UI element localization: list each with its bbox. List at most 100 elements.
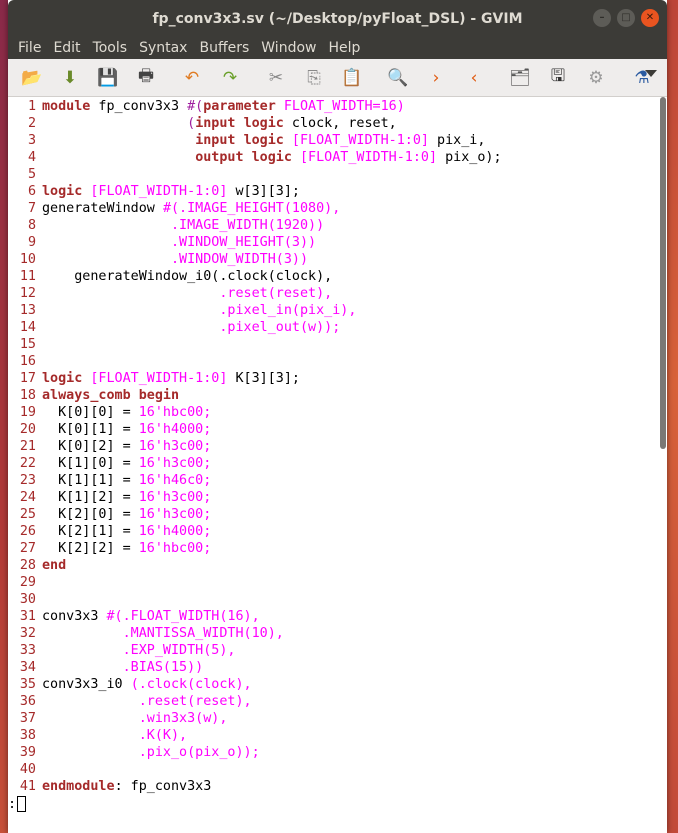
- code-token: generateWindow_i0(.clock(clock),: [42, 269, 333, 284]
- code-line[interactable]: 37 .win3x3(w),: [8, 710, 667, 727]
- code-line[interactable]: 12 .reset(reset),: [8, 285, 667, 302]
- line-number: 5: [27, 167, 36, 182]
- code-line[interactable]: 35 conv3x3_i0 (.clock(clock),: [8, 676, 667, 693]
- menu-buffers[interactable]: Buffers: [193, 40, 255, 56]
- code-line[interactable]: 40: [8, 761, 667, 778]
- code-line[interactable]: 14 .pixel_out(w));: [8, 319, 667, 336]
- copy-icon[interactable]: ⎘: [298, 63, 330, 93]
- code-line[interactable]: 7 generateWindow #(.IMAGE_HEIGHT(1080),: [8, 200, 667, 217]
- code-line[interactable]: 3 input logic [FLOAT_WIDTH-1:0] pix_i,: [8, 132, 667, 149]
- code-line[interactable]: 21 K[0][2] = 16'h3c00;: [8, 438, 667, 455]
- code-line[interactable]: 11 generateWindow_i0(.clock(clock),: [8, 268, 667, 285]
- code-line[interactable]: 26 K[2][1] = 16'h4000;: [8, 523, 667, 540]
- code-line[interactable]: 16: [8, 353, 667, 370]
- print-icon[interactable]: 🖶: [130, 63, 162, 93]
- title-bar[interactable]: fp_conv3x3.sv (~/Desktop/pyFloat_DSL) - …: [8, 0, 667, 37]
- code-line[interactable]: 8 .IMAGE_WIDTH(1920)): [8, 217, 667, 234]
- find-next-icon[interactable]: ›: [420, 63, 452, 93]
- code-line[interactable]: 2 (input logic clock, reset,: [8, 115, 667, 132]
- code-line[interactable]: 19 K[0][0] = 16'hbc00;: [8, 404, 667, 421]
- maximize-button[interactable]: □: [617, 9, 635, 27]
- code-line[interactable]: 32 .MANTISSA_WIDTH(10),: [8, 625, 667, 642]
- code-line[interactable]: 10 .WINDOW_WIDTH(3)): [8, 251, 667, 268]
- line-number: 20: [19, 422, 36, 437]
- close-button[interactable]: ✕: [641, 9, 659, 27]
- save-download-icon[interactable]: ⬇: [54, 63, 86, 93]
- code-line[interactable]: 23 K[1][1] = 16'h46c0;: [8, 472, 667, 489]
- code-line[interactable]: 13 .pixel_in(pix_i),: [8, 302, 667, 319]
- line-number: 2: [27, 116, 36, 131]
- code-line[interactable]: 25 K[2][0] = 16'h3c00;: [8, 506, 667, 523]
- menu-help[interactable]: Help: [322, 40, 366, 56]
- code-token: parameter: [203, 99, 276, 114]
- find-replace-icon[interactable]: 🔍: [382, 63, 414, 93]
- code-line[interactable]: 28 end: [8, 557, 667, 574]
- undo-icon[interactable]: ↶: [176, 63, 208, 93]
- code-token: generateWindow: [42, 201, 163, 216]
- code-token: .EXP_WIDTH(5),: [122, 643, 236, 658]
- code-line[interactable]: 41 endmodule: fp_conv3x3: [8, 778, 667, 795]
- code-token: .WINDOW_HEIGHT(3)): [171, 235, 317, 250]
- open-icon[interactable]: 📂: [16, 63, 48, 93]
- line-number: 26: [19, 524, 36, 539]
- run-script-icon[interactable]: ⚙: [580, 63, 612, 93]
- code-line[interactable]: 33 .EXP_WIDTH(5),: [8, 642, 667, 659]
- paste-icon[interactable]: 📋: [336, 63, 368, 93]
- code-token: module: [42, 99, 91, 114]
- command-line[interactable]: :: [8, 795, 667, 813]
- code-line[interactable]: 39 .pix_o(pix_o));: [8, 744, 667, 761]
- code-token: : fp_conv3x3: [114, 779, 212, 794]
- menu-syntax[interactable]: Syntax: [133, 40, 193, 56]
- load-session-icon[interactable]: 🗂: [504, 63, 536, 93]
- editor-area[interactable]: 1 module fp_conv3x3 #(parameter FLOAT_WID…: [8, 97, 667, 812]
- code-token: 16'hbc00;: [138, 405, 212, 420]
- code-token: K[3][3];: [227, 371, 300, 386]
- toolbar-overflow-icon[interactable]: [645, 70, 657, 77]
- menu-tools[interactable]: Tools: [87, 40, 134, 56]
- code-line[interactable]: 29: [8, 574, 667, 591]
- code-line[interactable]: 1 module fp_conv3x3 #(parameter FLOAT_WID…: [8, 98, 667, 115]
- line-number: 4: [27, 150, 36, 165]
- code-token: logic: [42, 184, 83, 199]
- code-line[interactable]: 31 conv3x3 #(.FLOAT_WIDTH(16),: [8, 608, 667, 625]
- code-line[interactable]: 22 K[1][0] = 16'h3c00;: [8, 455, 667, 472]
- minimize-button[interactable]: –: [593, 9, 611, 27]
- menu-file[interactable]: File: [12, 40, 47, 56]
- code-token: K[0][1] =: [42, 422, 139, 437]
- code-line[interactable]: 38 .K(K),: [8, 727, 667, 744]
- code-token: 16'h4000;: [138, 422, 212, 437]
- code-line[interactable]: 5: [8, 166, 667, 183]
- code-line[interactable]: 6 logic [FLOAT_WIDTH-1:0] w[3][3];: [8, 183, 667, 200]
- code-buffer[interactable]: 1 module fp_conv3x3 #(parameter FLOAT_WID…: [8, 97, 667, 795]
- code-token: fp_conv3x3: [90, 99, 188, 114]
- line-number: 10: [19, 252, 36, 267]
- code-line[interactable]: 17 logic [FLOAT_WIDTH-1:0] K[3][3];: [8, 370, 667, 387]
- code-token: 16'h3c00;: [138, 507, 212, 522]
- code-line[interactable]: 18 always_comb begin: [8, 387, 667, 404]
- code-line[interactable]: 9 .WINDOW_HEIGHT(3)): [8, 234, 667, 251]
- code-line[interactable]: 24 K[1][2] = 16'h3c00;: [8, 489, 667, 506]
- line-number: 25: [19, 507, 36, 522]
- code-line[interactable]: 36 .reset(reset),: [8, 693, 667, 710]
- code-token: .reset(reset),: [219, 286, 333, 301]
- code-line[interactable]: 20 K[0][1] = 16'h4000;: [8, 421, 667, 438]
- code-line[interactable]: 15: [8, 336, 667, 353]
- line-number: 9: [27, 235, 36, 250]
- code-line[interactable]: 30: [8, 591, 667, 608]
- menu-edit[interactable]: Edit: [47, 40, 86, 56]
- code-line[interactable]: 27 K[2][2] = 16'hbc00;: [8, 540, 667, 557]
- scrollbar[interactable]: [660, 97, 666, 449]
- redo-icon[interactable]: ↷: [214, 63, 246, 93]
- save-icon[interactable]: 💾: [92, 63, 124, 93]
- menu-window[interactable]: Window: [255, 40, 322, 56]
- find-previous-icon[interactable]: ‹: [458, 63, 490, 93]
- line-number: 39: [19, 745, 36, 760]
- code-line[interactable]: 4 output logic [FLOAT_WIDTH-1:0] pix_o);: [8, 149, 667, 166]
- make-icon[interactable]: ⚗: [626, 63, 658, 93]
- line-number: 32: [19, 626, 36, 641]
- code-line[interactable]: 34 .BIAS(15)): [8, 659, 667, 676]
- save-session-icon[interactable]: 🖫: [542, 63, 574, 93]
- cut-icon[interactable]: ✂: [260, 63, 292, 93]
- line-number: 36: [19, 694, 36, 709]
